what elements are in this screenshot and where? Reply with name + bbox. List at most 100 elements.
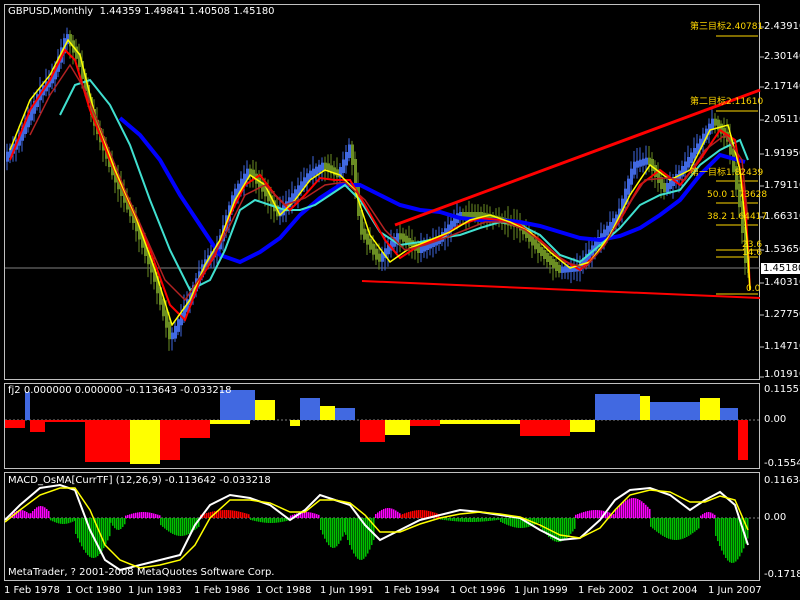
candle-body <box>645 157 648 165</box>
osma-bar <box>164 518 166 529</box>
osma-bar <box>268 518 270 523</box>
fj2-bar <box>360 420 385 442</box>
candle-body <box>690 152 693 163</box>
candle-body <box>408 238 411 247</box>
osma-bar <box>220 510 222 518</box>
osma-bar <box>272 518 274 523</box>
osma-bar <box>510 518 512 527</box>
osma-bar <box>81 518 83 547</box>
osma-bar <box>404 513 406 518</box>
osma-bar <box>312 512 314 518</box>
osma-bar <box>696 518 698 531</box>
osma-bar <box>729 518 731 563</box>
chart-window[interactable]: GBPUSD,Monthly 1.44359 1.49841 1.40508 1… <box>0 0 800 600</box>
osma-bar <box>85 518 87 553</box>
osma-bar <box>579 513 581 518</box>
y-tick: 1.27750 <box>764 309 800 320</box>
osma-bar <box>110 518 112 523</box>
osma-bar <box>684 518 686 538</box>
candle-body <box>648 157 651 165</box>
candle-body <box>174 325 177 339</box>
osma-bar <box>492 518 494 521</box>
osma-bar <box>262 518 264 523</box>
osma-bar <box>514 518 516 528</box>
osma-bar <box>147 512 149 518</box>
osma-bar <box>635 498 637 518</box>
osma-bar <box>308 512 310 518</box>
osma-bar <box>476 518 478 522</box>
candle-body <box>642 158 645 166</box>
osma-bar <box>641 501 643 518</box>
osma-bar <box>649 508 651 518</box>
chart-canvas[interactable] <box>0 0 800 600</box>
osma-bar <box>719 518 721 547</box>
candle-body <box>714 118 717 126</box>
osma-bar <box>577 514 579 518</box>
osma-bar <box>338 518 340 544</box>
fj2-bar <box>700 398 720 420</box>
osma-bar <box>406 512 408 518</box>
osma-bar <box>420 510 422 518</box>
osma-bar <box>236 511 238 518</box>
osma-bar <box>282 518 284 522</box>
candle-body <box>663 183 666 192</box>
osma-bar <box>458 518 460 522</box>
candle-body <box>168 321 171 340</box>
y-tick: 1.53650 <box>764 244 800 255</box>
osma-bar <box>274 518 276 523</box>
osma-bar <box>484 518 486 522</box>
osma-bar <box>647 506 649 518</box>
osma-bar <box>468 518 470 522</box>
fj2-bar <box>300 398 320 420</box>
candle-body <box>315 166 318 175</box>
osma-bar <box>676 518 678 540</box>
fj2-bar <box>720 408 738 420</box>
fib-label: 50.0 1.73628 <box>707 190 768 200</box>
osma-bar <box>637 498 639 518</box>
osma-bar <box>581 512 583 518</box>
osma-bar <box>714 514 716 518</box>
symbol-label: GBPUSD,Monthly 1.44359 1.49841 1.40508 1… <box>8 6 275 17</box>
candle-body <box>171 332 174 340</box>
osma-bar <box>617 507 619 518</box>
macd-y-tick: -0.171801 <box>764 569 800 580</box>
osma-bar <box>353 518 355 554</box>
x-tick: 1 Jun 1983 <box>128 585 182 596</box>
osma-bar <box>56 518 58 523</box>
osma-bar <box>278 518 280 523</box>
osma-bar <box>91 518 93 558</box>
osma-bar <box>64 518 66 524</box>
fj2-bar <box>160 420 180 460</box>
osma-bar <box>494 518 496 521</box>
osma-bar <box>120 518 122 530</box>
x-tick: 1 Oct 1988 <box>256 585 312 596</box>
x-tick: 1 Oct 1980 <box>66 585 122 596</box>
osma-bar <box>124 518 126 525</box>
osma-bar <box>652 518 654 529</box>
osma-bar <box>645 504 647 518</box>
candle-body <box>399 233 402 240</box>
osma-bar <box>250 518 252 520</box>
osma-bar <box>340 518 342 541</box>
fj2-bar <box>255 400 275 420</box>
osma-bar <box>276 518 278 523</box>
osma-bar <box>320 518 322 530</box>
osma-bar <box>462 518 464 522</box>
osma-bar <box>26 511 28 518</box>
osma-bar <box>389 508 391 518</box>
osma-bar <box>322 518 324 535</box>
osma-bar <box>544 518 546 533</box>
candle-body <box>405 235 408 244</box>
candle-body <box>351 144 354 165</box>
y-tick: 1.01910 <box>764 369 800 380</box>
candle-body <box>711 118 714 130</box>
osma-bar <box>68 518 70 524</box>
macd-y-tick: 0.00 <box>764 512 787 523</box>
osma-bar <box>678 518 680 540</box>
osma-bar <box>244 513 246 518</box>
candle-body <box>627 178 630 195</box>
osma-bar <box>174 518 176 535</box>
osma-bar <box>381 509 383 518</box>
candle-body <box>321 162 324 171</box>
current-price-box: 1.45180 <box>761 263 800 274</box>
